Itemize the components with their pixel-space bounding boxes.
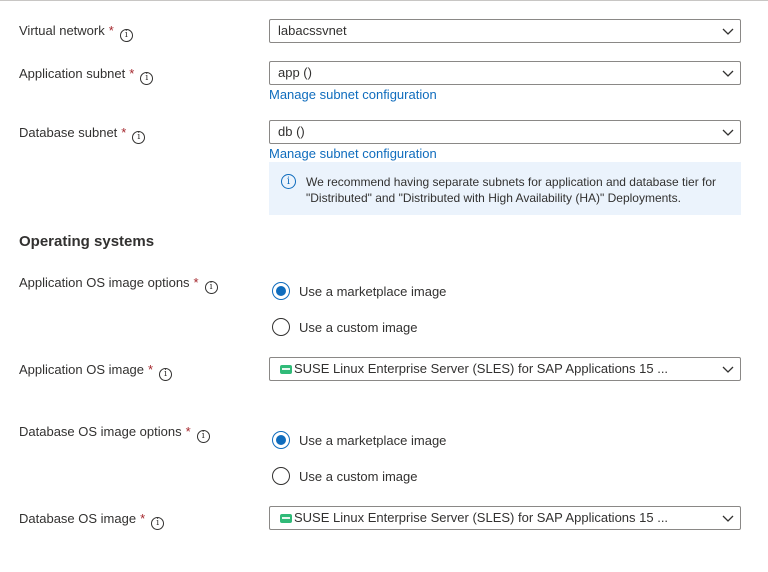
radio-unselected[interactable] xyxy=(272,467,290,485)
chevron-down-icon xyxy=(722,515,734,522)
chevron-down-icon xyxy=(722,28,734,35)
chevron-down-icon xyxy=(722,129,734,136)
manage-app-subnet-link[interactable]: Manage subnet configuration xyxy=(269,86,437,104)
app-os-image-label: Application OS image * i xyxy=(19,360,173,381)
radio-unselected[interactable] xyxy=(272,318,290,336)
app-os-image-dropdown[interactable]: SUSE Linux Enterprise Server (SLES) for … xyxy=(269,357,741,381)
required-marker: * xyxy=(185,424,191,439)
info-icon: i xyxy=(281,174,296,189)
top-divider xyxy=(0,0,768,1)
database-subnet-value: db () xyxy=(278,124,305,139)
manage-db-subnet-link[interactable]: Manage subnet configuration xyxy=(269,145,437,163)
info-icon[interactable]: i xyxy=(151,517,165,530)
info-icon[interactable]: i xyxy=(119,29,133,42)
info-icon[interactable]: i xyxy=(196,430,210,443)
section-title-operating-systems: Operating systems xyxy=(19,233,155,250)
info-icon[interactable]: i xyxy=(159,368,173,381)
required-marker: * xyxy=(148,362,154,377)
info-icon[interactable]: i xyxy=(204,281,218,294)
required-marker: * xyxy=(140,511,146,526)
application-subnet-label: Application subnet * i xyxy=(19,64,154,85)
database-subnet-label: Database subnet * i xyxy=(19,123,146,144)
virtual-network-dropdown[interactable]: labacssvnet xyxy=(269,19,741,43)
required-marker: * xyxy=(121,125,127,140)
radio-selected[interactable] xyxy=(272,431,290,449)
db-os-image-value: SUSE Linux Enterprise Server (SLES) for … xyxy=(294,510,669,525)
required-marker: * xyxy=(193,275,199,290)
required-marker: * xyxy=(108,23,114,38)
database-subnet-dropdown[interactable]: db () xyxy=(269,120,741,144)
db-os-options-label: Database OS image options * i xyxy=(19,422,210,443)
app-os-image-value: SUSE Linux Enterprise Server (SLES) for … xyxy=(294,361,669,376)
suse-icon xyxy=(280,514,292,523)
virtual-network-label: Virtual network * i xyxy=(19,21,133,42)
subnet-info-message: i We recommend having separate subnets f… xyxy=(269,162,741,215)
application-subnet-dropdown[interactable]: app () xyxy=(269,61,741,85)
app-os-options-label: Application OS image options * i xyxy=(19,273,218,294)
virtual-network-value: labacssvnet xyxy=(278,23,347,38)
suse-icon xyxy=(280,365,292,374)
radio-selected[interactable] xyxy=(272,282,290,300)
application-subnet-value: app () xyxy=(278,65,312,80)
chevron-down-icon xyxy=(722,70,734,77)
info-icon[interactable]: i xyxy=(140,72,154,85)
db-os-image-dropdown[interactable]: SUSE Linux Enterprise Server (SLES) for … xyxy=(269,506,741,530)
info-message-text: We recommend having separate subnets for… xyxy=(306,175,717,205)
info-icon[interactable]: i xyxy=(132,131,146,144)
db-os-image-label: Database OS image * i xyxy=(19,509,165,530)
chevron-down-icon xyxy=(722,366,734,373)
required-marker: * xyxy=(129,66,135,81)
